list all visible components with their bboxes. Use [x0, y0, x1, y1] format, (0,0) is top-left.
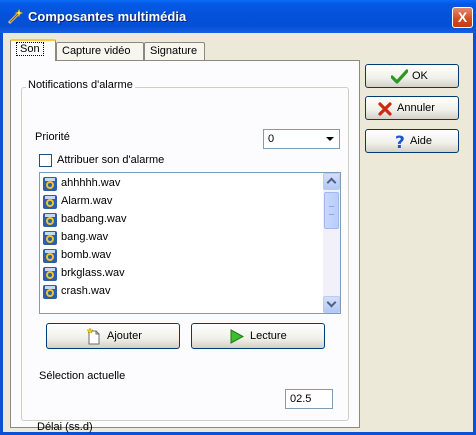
- tab-signature-label: Signature: [150, 45, 198, 57]
- chevron-down-icon[interactable]: [322, 131, 338, 147]
- list-item-label: badbang.wav: [61, 213, 127, 225]
- tab-panel-son: Notifications d'alarme Priorité 0 Attrib…: [10, 60, 360, 433]
- list-item-label: bomb.wav: [61, 249, 112, 261]
- tab-capture-video[interactable]: Capture vidéo: [56, 42, 144, 60]
- list-scrollbar[interactable]: [323, 173, 340, 313]
- sound-file-icon: [43, 285, 57, 299]
- ok-button[interactable]: OK: [365, 64, 459, 88]
- sound-file-icon: [43, 231, 57, 245]
- list-item-label: ahhhhh.wav: [61, 177, 121, 189]
- list-item-label: bang.wav: [61, 231, 109, 243]
- help-question-icon: ?: [395, 133, 405, 150]
- list-item-label: crash.wav: [61, 285, 111, 297]
- sound-file-icon: [43, 267, 57, 281]
- add-button[interactable]: Ajouter: [46, 323, 180, 349]
- play-button[interactable]: Lecture: [191, 323, 325, 349]
- svg-text:?: ?: [395, 133, 405, 150]
- title-bar[interactable]: Composantes multimédia X: [0, 0, 476, 33]
- tab-son[interactable]: Son: [10, 39, 56, 61]
- cancel-x-icon: [378, 102, 392, 116]
- tab-capture-video-label: Capture vidéo: [62, 45, 131, 57]
- delay-value: 02.5: [290, 393, 312, 405]
- scroll-thumb[interactable]: [324, 192, 339, 229]
- checkmark-icon: [391, 69, 408, 84]
- sound-file-icon: [43, 249, 57, 263]
- alarm-group-title: Notifications d'alarme: [26, 79, 135, 91]
- current-selection-label: Sélection actuelle: [39, 370, 126, 382]
- ok-button-label: OK: [412, 70, 428, 82]
- cancel-button[interactable]: Annuler: [365, 96, 459, 120]
- dialog-window: Composantes multimédia X Son Capture vid…: [0, 0, 476, 435]
- tab-signature[interactable]: Signature: [144, 42, 205, 60]
- cancel-button-label: Annuler: [397, 102, 435, 114]
- priority-select[interactable]: 0: [263, 129, 340, 149]
- list-item-label: Alarm.wav: [61, 195, 113, 207]
- delay-label: Délai (ss.d): [37, 421, 93, 433]
- play-icon: [230, 329, 244, 344]
- priority-value: 0: [268, 133, 275, 145]
- sound-file-icon: [43, 195, 57, 209]
- sound-file-list[interactable]: ahhhhh.wav Alarm.wav badbang.wav bang.wa…: [39, 172, 341, 314]
- assign-sound-label: Attribuer son d'alarme: [57, 154, 165, 166]
- delay-field[interactable]: 02.5: [285, 389, 333, 409]
- scroll-up-icon[interactable]: [323, 173, 340, 190]
- help-button-label: Aide: [410, 135, 433, 147]
- help-button[interactable]: ? Aide: [365, 129, 459, 153]
- multimedia-wand-icon: [7, 8, 24, 25]
- sound-file-icon: [43, 177, 57, 191]
- sound-file-icon: [43, 213, 57, 227]
- close-icon: X: [457, 9, 468, 25]
- dialog-client: Son Capture vidéo Signature Notification…: [3, 33, 473, 433]
- close-button[interactable]: X: [452, 7, 473, 28]
- priority-label: Priorité: [35, 131, 70, 143]
- new-file-icon: [86, 328, 100, 345]
- scroll-down-icon[interactable]: [323, 296, 340, 313]
- add-button-label: Ajouter: [107, 330, 142, 342]
- list-item-label: brkglass.wav: [61, 267, 125, 279]
- tab-son-label: Son: [16, 42, 44, 56]
- play-button-label: Lecture: [250, 330, 287, 342]
- window-title: Composantes multimédia: [28, 9, 187, 24]
- assign-sound-checkbox[interactable]: [39, 154, 52, 167]
